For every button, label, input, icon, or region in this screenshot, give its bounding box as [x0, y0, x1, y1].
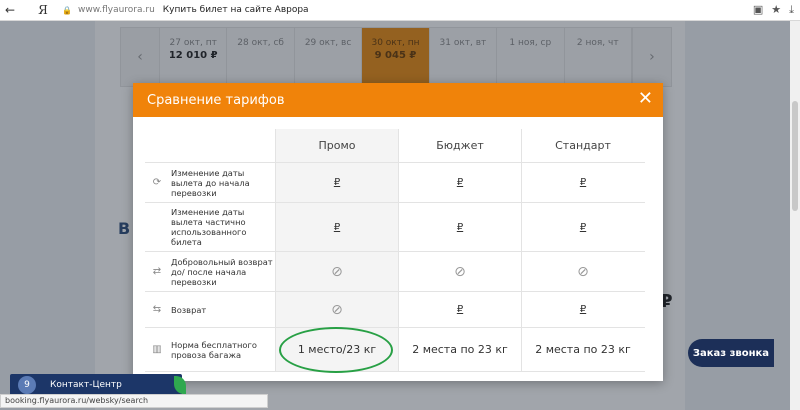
- refresh-icon: ⟳: [152, 177, 162, 188]
- highlight-ellipse: [279, 327, 393, 373]
- tariff-table: Промо Бюджет Стандарт ⟳ Изменение даты вы…: [145, 129, 645, 373]
- yandex-logo-icon[interactable]: Я: [34, 3, 52, 17]
- contact-avatar-icon: 9: [18, 376, 36, 394]
- bookmark-star-icon[interactable]: ★: [771, 3, 781, 17]
- feature-label: Норма бесплатного провоза багажа: [171, 339, 257, 360]
- feature-label: Изменение даты вылета до начала перевозк…: [171, 167, 250, 198]
- not-allowed-icon: ⊘: [331, 301, 343, 318]
- baggage-icon: ▥: [152, 344, 162, 355]
- table-row: ⟳ Изменение даты вылета до начала перевоз…: [145, 163, 645, 203]
- status-url-bar: booking.flyaurora.ru/websky/search: [0, 394, 268, 408]
- table-row: ⇆ Возврат ⊘ ₽ ₽: [145, 292, 645, 328]
- browser-toolbar: ← Я 🔒 www.flyaurora.ru Купить билет на с…: [0, 0, 800, 21]
- not-allowed-icon: ⊘: [454, 263, 466, 280]
- feature-label: Возврат: [171, 304, 207, 315]
- header-spacer: [145, 129, 275, 162]
- baggage-standard-value: 2 места по 23 кг: [535, 343, 631, 356]
- price-link[interactable]: ₽: [457, 304, 463, 315]
- column-header-promo: Промо: [275, 129, 398, 162]
- price-link[interactable]: ₽: [457, 177, 463, 188]
- price-link[interactable]: ₽: [334, 177, 340, 188]
- price-link[interactable]: ₽: [580, 304, 586, 315]
- price-link[interactable]: ₽: [457, 222, 463, 233]
- page-scrollbar[interactable]: [790, 21, 800, 410]
- refund-icon: ⇄: [152, 266, 162, 277]
- callback-order-button[interactable]: Заказ звонка: [688, 339, 774, 367]
- price-link[interactable]: ₽: [580, 177, 586, 188]
- price-link[interactable]: ₽: [580, 222, 586, 233]
- return-icon: ⇆: [152, 304, 162, 315]
- back-arrow-icon[interactable]: ←: [0, 3, 20, 17]
- column-header-budget: Бюджет: [398, 129, 521, 162]
- close-icon[interactable]: ✕: [638, 89, 653, 109]
- download-icon[interactable]: ⤓: [789, 3, 794, 17]
- lock-icon: 🔒: [62, 5, 72, 15]
- table-row: ⇄ Добровольный возврат до/ после начала п…: [145, 252, 645, 292]
- table-row: Изменение даты вылета частично использов…: [145, 203, 645, 252]
- address-page-title: Купить билет на сайте Аврора: [162, 5, 309, 15]
- contact-center-label: Контакт-Центр: [50, 380, 122, 390]
- price-link[interactable]: ₽: [334, 222, 340, 233]
- extension-icon[interactable]: ▣: [753, 3, 763, 17]
- scrollbar-thumb[interactable]: [792, 101, 798, 211]
- modal-header: Сравнение тарифов ✕: [133, 83, 663, 117]
- address-bar[interactable]: 🔒 www.flyaurora.ru Купить билет на сайте…: [62, 5, 309, 15]
- feature-label: Изменение даты вылета частично использов…: [171, 207, 247, 247]
- contact-center-widget[interactable]: 9 Контакт-Центр: [10, 374, 186, 396]
- tariff-comparison-modal: Сравнение тарифов ✕ Промо Бюджет Стандар…: [133, 83, 663, 381]
- column-header-standard: Стандарт: [521, 129, 644, 162]
- address-domain: www.flyaurora.ru: [77, 5, 155, 15]
- feature-label: Добровольный возврат до/ после начала пе…: [171, 256, 273, 287]
- table-header-row: Промо Бюджет Стандарт: [145, 129, 645, 163]
- table-row: ▥ Норма бесплатного провоза багажа 1 мест…: [145, 327, 645, 373]
- not-allowed-icon: ⊘: [577, 263, 589, 280]
- baggage-budget-value: 2 места по 23 кг: [412, 343, 508, 356]
- not-allowed-icon: ⊘: [331, 263, 343, 280]
- modal-title: Сравнение тарифов: [147, 92, 285, 108]
